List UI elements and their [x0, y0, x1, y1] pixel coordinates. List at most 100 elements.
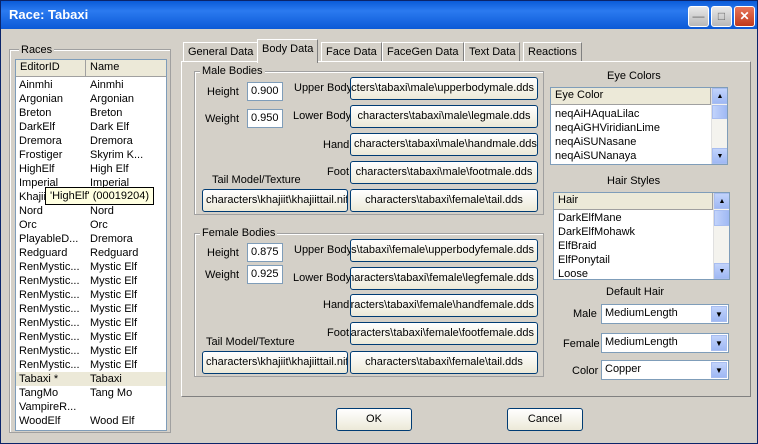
race-name: Wood Elf: [90, 415, 135, 427]
male-hand-button[interactable]: characters\tabaxi\male\handmale.dds: [350, 133, 538, 156]
eye-color-item[interactable]: neqAiHAquaLilac: [555, 107, 707, 121]
tab-text-data[interactable]: Text Data: [464, 42, 521, 62]
maximize-icon[interactable]: □: [711, 6, 732, 27]
race-row[interactable]: RenMystic... Mystic Elf: [16, 302, 166, 316]
minimize-icon[interactable]: —: [688, 6, 709, 27]
male-weight-field[interactable]: 0.950: [247, 109, 283, 128]
default-hair-color-select[interactable]: Copper ▼: [601, 360, 729, 380]
race-row[interactable]: WoodElf Wood Elf: [16, 414, 166, 428]
race-editorid: DarkElf: [19, 121, 56, 133]
hair-style-item[interactable]: ElfPonytail: [558, 253, 710, 267]
race-editorid: Frostiger: [19, 149, 63, 161]
hair-style-item[interactable]: DarkElfMane: [558, 211, 710, 225]
chevron-down-icon[interactable]: ▼: [711, 335, 727, 351]
race-row[interactable]: Ainmhi Ainmhi: [16, 78, 166, 92]
male-height-field[interactable]: 0.900: [247, 82, 283, 101]
female-lower-body-button[interactable]: characters\tabaxi\female\legfemale.dds: [350, 267, 538, 290]
female-height-field[interactable]: 0.875: [247, 243, 283, 262]
race-row[interactable]: Nord Nord: [16, 204, 166, 218]
race-row[interactable]: HighElf High Elf: [16, 162, 166, 176]
female-upper-body-button[interactable]: characters\tabaxi\female\upperbodyfemale…: [350, 239, 538, 262]
race-row[interactable]: Tabaxi * Tabaxi: [16, 372, 166, 386]
scroll-down-icon[interactable]: ▼: [712, 148, 727, 164]
tab-face-data[interactable]: Face Data: [321, 42, 382, 62]
race-name: Tang Mo: [90, 387, 133, 399]
race-row[interactable]: VampireR...: [16, 400, 166, 414]
race-row[interactable]: Redguard Redguard: [16, 246, 166, 260]
ok-button[interactable]: OK: [336, 408, 412, 431]
chevron-down-icon[interactable]: ▼: [711, 306, 727, 322]
tab-reactions[interactable]: Reactions: [523, 42, 582, 62]
race-name: Mystic Elf: [90, 303, 138, 315]
eye-color-item[interactable]: neqAiSUNaalu: [555, 163, 707, 164]
hair-column-header[interactable]: Hair: [554, 193, 713, 210]
female-hand-button[interactable]: characters\tabaxi\female\handfemale.dds: [350, 294, 538, 317]
race-row[interactable]: RenMystic... Mystic Elf: [16, 358, 166, 372]
race-tooltip: 'HighElf' (00019204): [45, 187, 154, 205]
race-row[interactable]: DarkElf Dark Elf: [16, 120, 166, 134]
female-tail-texture-button[interactable]: characters\tabaxi\female\tail.dds: [350, 351, 538, 374]
default-hair-female-select[interactable]: MediumLength ▼: [601, 333, 729, 353]
race-row[interactable]: RenMystic... Mystic Elf: [16, 330, 166, 344]
hair-style-list[interactable]: Hair ▲ ▼ DarkElfMane DarkElfMohawk ElfBrai…: [553, 192, 730, 280]
female-tail-model-button[interactable]: characters\khajiit\khajiittail.nif: [202, 351, 348, 374]
race-editorid: VampireR...: [19, 401, 77, 413]
race-dialog: Race: Tabaxi — □ ✕ Races EditorID Name A…: [0, 0, 758, 444]
scroll-up-icon[interactable]: ▲: [714, 193, 729, 209]
scroll-thumb[interactable]: [714, 210, 729, 226]
female-weight-field[interactable]: 0.925: [247, 265, 283, 284]
race-row[interactable]: TangMo Tang Mo: [16, 386, 166, 400]
hair-style-item[interactable]: Loose: [558, 267, 710, 279]
race-editorid: Orc: [19, 219, 37, 231]
hair-style-item[interactable]: DarkElfMohawk: [558, 225, 710, 239]
scroll-up-icon[interactable]: ▲: [712, 88, 727, 104]
male-lower-body-button[interactable]: characters\tabaxi\male\legmale.dds: [350, 105, 538, 128]
race-row[interactable]: Orc Orc: [16, 218, 166, 232]
male-tail-model-button[interactable]: characters\khajiit\khajiittail.nif: [202, 189, 348, 212]
eye-color-item[interactable]: neqAiSUNanaya: [555, 149, 707, 163]
editorid-column-header[interactable]: EditorID: [16, 60, 86, 77]
race-row[interactable]: Breton Breton: [16, 106, 166, 120]
eye-color-item[interactable]: neqAiGHViridianLime: [555, 121, 707, 135]
tab-general-data[interactable]: General Data: [183, 42, 259, 62]
hair-styles-title: Hair Styles: [607, 175, 661, 187]
hair-style-item[interactable]: ElfBraid: [558, 239, 710, 253]
race-row[interactable]: Argonian Argonian: [16, 92, 166, 106]
race-row[interactable]: RenMystic... Mystic Elf: [16, 316, 166, 330]
male-tail-texture-button[interactable]: characters\tabaxi\female\tail.dds: [350, 189, 538, 212]
default-hair-male-select[interactable]: MediumLength ▼: [601, 304, 729, 324]
eye-color-column-header[interactable]: Eye Color: [551, 88, 711, 105]
scroll-thumb[interactable]: [712, 105, 727, 119]
eye-color-list[interactable]: Eye Color ▲ ▼ neqAiHAquaLilac neqAiGHViri…: [550, 87, 728, 165]
male-foot-button[interactable]: characters\tabaxi\male\footmale.dds: [350, 161, 538, 184]
race-row[interactable]: RenMystic... Mystic Elf: [16, 260, 166, 274]
race-editorid: RenMystic...: [19, 331, 80, 343]
cancel-button[interactable]: Cancel: [507, 408, 583, 431]
male-upper-body-button[interactable]: characters\tabaxi\male\upperbodymale.dds: [350, 77, 538, 100]
race-name: Dremora: [90, 135, 133, 147]
race-row[interactable]: Frostiger Skyrim K...: [16, 148, 166, 162]
close-icon[interactable]: ✕: [734, 6, 755, 27]
race-row[interactable]: Dremora Dremora: [16, 134, 166, 148]
tab-body-data[interactable]: Body Data: [257, 39, 319, 63]
tab-facegen-data[interactable]: FaceGen Data: [382, 42, 464, 62]
races-list[interactable]: EditorID Name Ainmhi Ainmhi Argonian Argoni…: [15, 59, 167, 431]
race-editorid: RenMystic...: [19, 261, 80, 273]
eye-color-item[interactable]: neqAiSUNasane: [555, 135, 707, 149]
scroll-down-icon[interactable]: ▼: [714, 263, 729, 279]
race-name: Mystic Elf: [90, 261, 138, 273]
eye-color-scrollbar[interactable]: ▲ ▼: [711, 88, 727, 164]
chevron-down-icon[interactable]: ▼: [711, 362, 727, 378]
male-bodies-label: Male Bodies: [200, 65, 265, 77]
female-foot-button[interactable]: characters\tabaxi\female\footfemale.dds: [350, 322, 538, 345]
race-editorid: RenMystic...: [19, 303, 80, 315]
race-row[interactable]: PlayableD... Dremora: [16, 232, 166, 246]
female-tail-label: Tail Model/Texture: [206, 336, 295, 348]
race-row[interactable]: RenMystic... Mystic Elf: [16, 344, 166, 358]
races-label: Races: [19, 44, 55, 56]
race-row[interactable]: RenMystic... Mystic Elf: [16, 274, 166, 288]
race-editorid: RenMystic...: [19, 275, 80, 287]
hair-scrollbar[interactable]: ▲ ▼: [713, 193, 729, 279]
race-row[interactable]: RenMystic... Mystic Elf: [16, 288, 166, 302]
name-column-header[interactable]: Name: [86, 60, 166, 77]
